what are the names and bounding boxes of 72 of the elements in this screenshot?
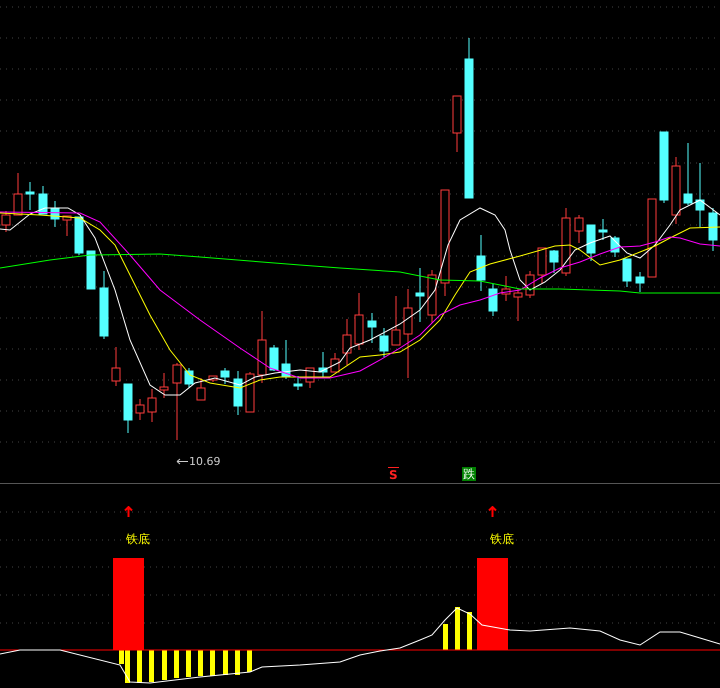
up-arrow-icon xyxy=(124,506,133,517)
candlestick xyxy=(208,376,218,382)
candlestick xyxy=(234,370,242,416)
histogram-bar xyxy=(198,650,203,676)
candlestick xyxy=(124,384,132,434)
candlestick xyxy=(708,208,718,252)
candlestick xyxy=(574,214,584,244)
candlestick xyxy=(196,378,206,400)
candlestick xyxy=(598,218,608,240)
candlestick xyxy=(550,250,558,274)
histogram-bar xyxy=(149,650,154,682)
histogram-bar xyxy=(467,612,472,650)
candlestick xyxy=(100,270,108,340)
candlestick xyxy=(38,186,48,214)
candlestick xyxy=(452,96,462,152)
candlestick xyxy=(428,270,436,324)
candlestick xyxy=(294,376,302,390)
signal-label: 铁底 xyxy=(126,532,150,546)
candlestick xyxy=(622,258,632,288)
signal-label: 铁底 xyxy=(490,532,514,546)
candlestick xyxy=(354,292,364,350)
candlestick xyxy=(62,216,72,236)
fall-signal: 跌 xyxy=(462,467,476,481)
candlestick xyxy=(26,182,34,210)
candlestick xyxy=(380,328,388,358)
histogram-bar xyxy=(174,650,179,678)
candlestick xyxy=(148,388,156,422)
histogram-bar xyxy=(235,650,240,675)
histogram-bar xyxy=(443,624,448,650)
candlestick xyxy=(136,398,144,420)
candlestick xyxy=(160,372,168,398)
candlestick xyxy=(368,312,376,344)
candlestick xyxy=(14,172,22,216)
candlestick xyxy=(306,368,314,388)
sell-signal: S xyxy=(388,467,399,482)
candlestick xyxy=(330,352,340,372)
candlestick xyxy=(502,276,510,302)
histogram-bar xyxy=(223,650,228,675)
low-price-label: 10.69 xyxy=(189,455,220,468)
candlestick xyxy=(636,272,644,292)
candlestick xyxy=(476,234,486,292)
candlestick xyxy=(318,352,328,378)
candlestick xyxy=(696,162,704,228)
candlestick xyxy=(220,368,230,384)
left-arrow-icon xyxy=(176,458,188,465)
candlestick xyxy=(488,284,498,316)
histogram-bar xyxy=(247,650,252,672)
up-arrow-icon xyxy=(488,506,497,517)
histogram-bar xyxy=(455,607,460,650)
candlestick xyxy=(342,318,352,366)
histogram-bar xyxy=(210,650,215,676)
candlestick xyxy=(86,250,96,290)
candlestick xyxy=(246,372,254,412)
candlestick xyxy=(112,346,120,386)
candlestick xyxy=(392,296,400,346)
histogram-bar xyxy=(137,650,142,683)
candlestick xyxy=(270,344,278,372)
candlestick xyxy=(684,142,692,206)
histogram-bar xyxy=(162,650,167,680)
histogram-bar xyxy=(186,650,191,677)
candlestick xyxy=(514,288,522,322)
candlestick xyxy=(74,216,84,256)
candlestick xyxy=(282,340,290,380)
candlestick xyxy=(184,368,194,388)
candlestick xyxy=(610,236,620,258)
candlestick xyxy=(562,208,570,276)
candlestick xyxy=(416,268,424,322)
candlestick xyxy=(586,224,596,262)
candlestick xyxy=(672,156,680,224)
candlestick xyxy=(50,200,60,228)
candlestick xyxy=(538,248,546,284)
candlestick xyxy=(660,132,668,204)
